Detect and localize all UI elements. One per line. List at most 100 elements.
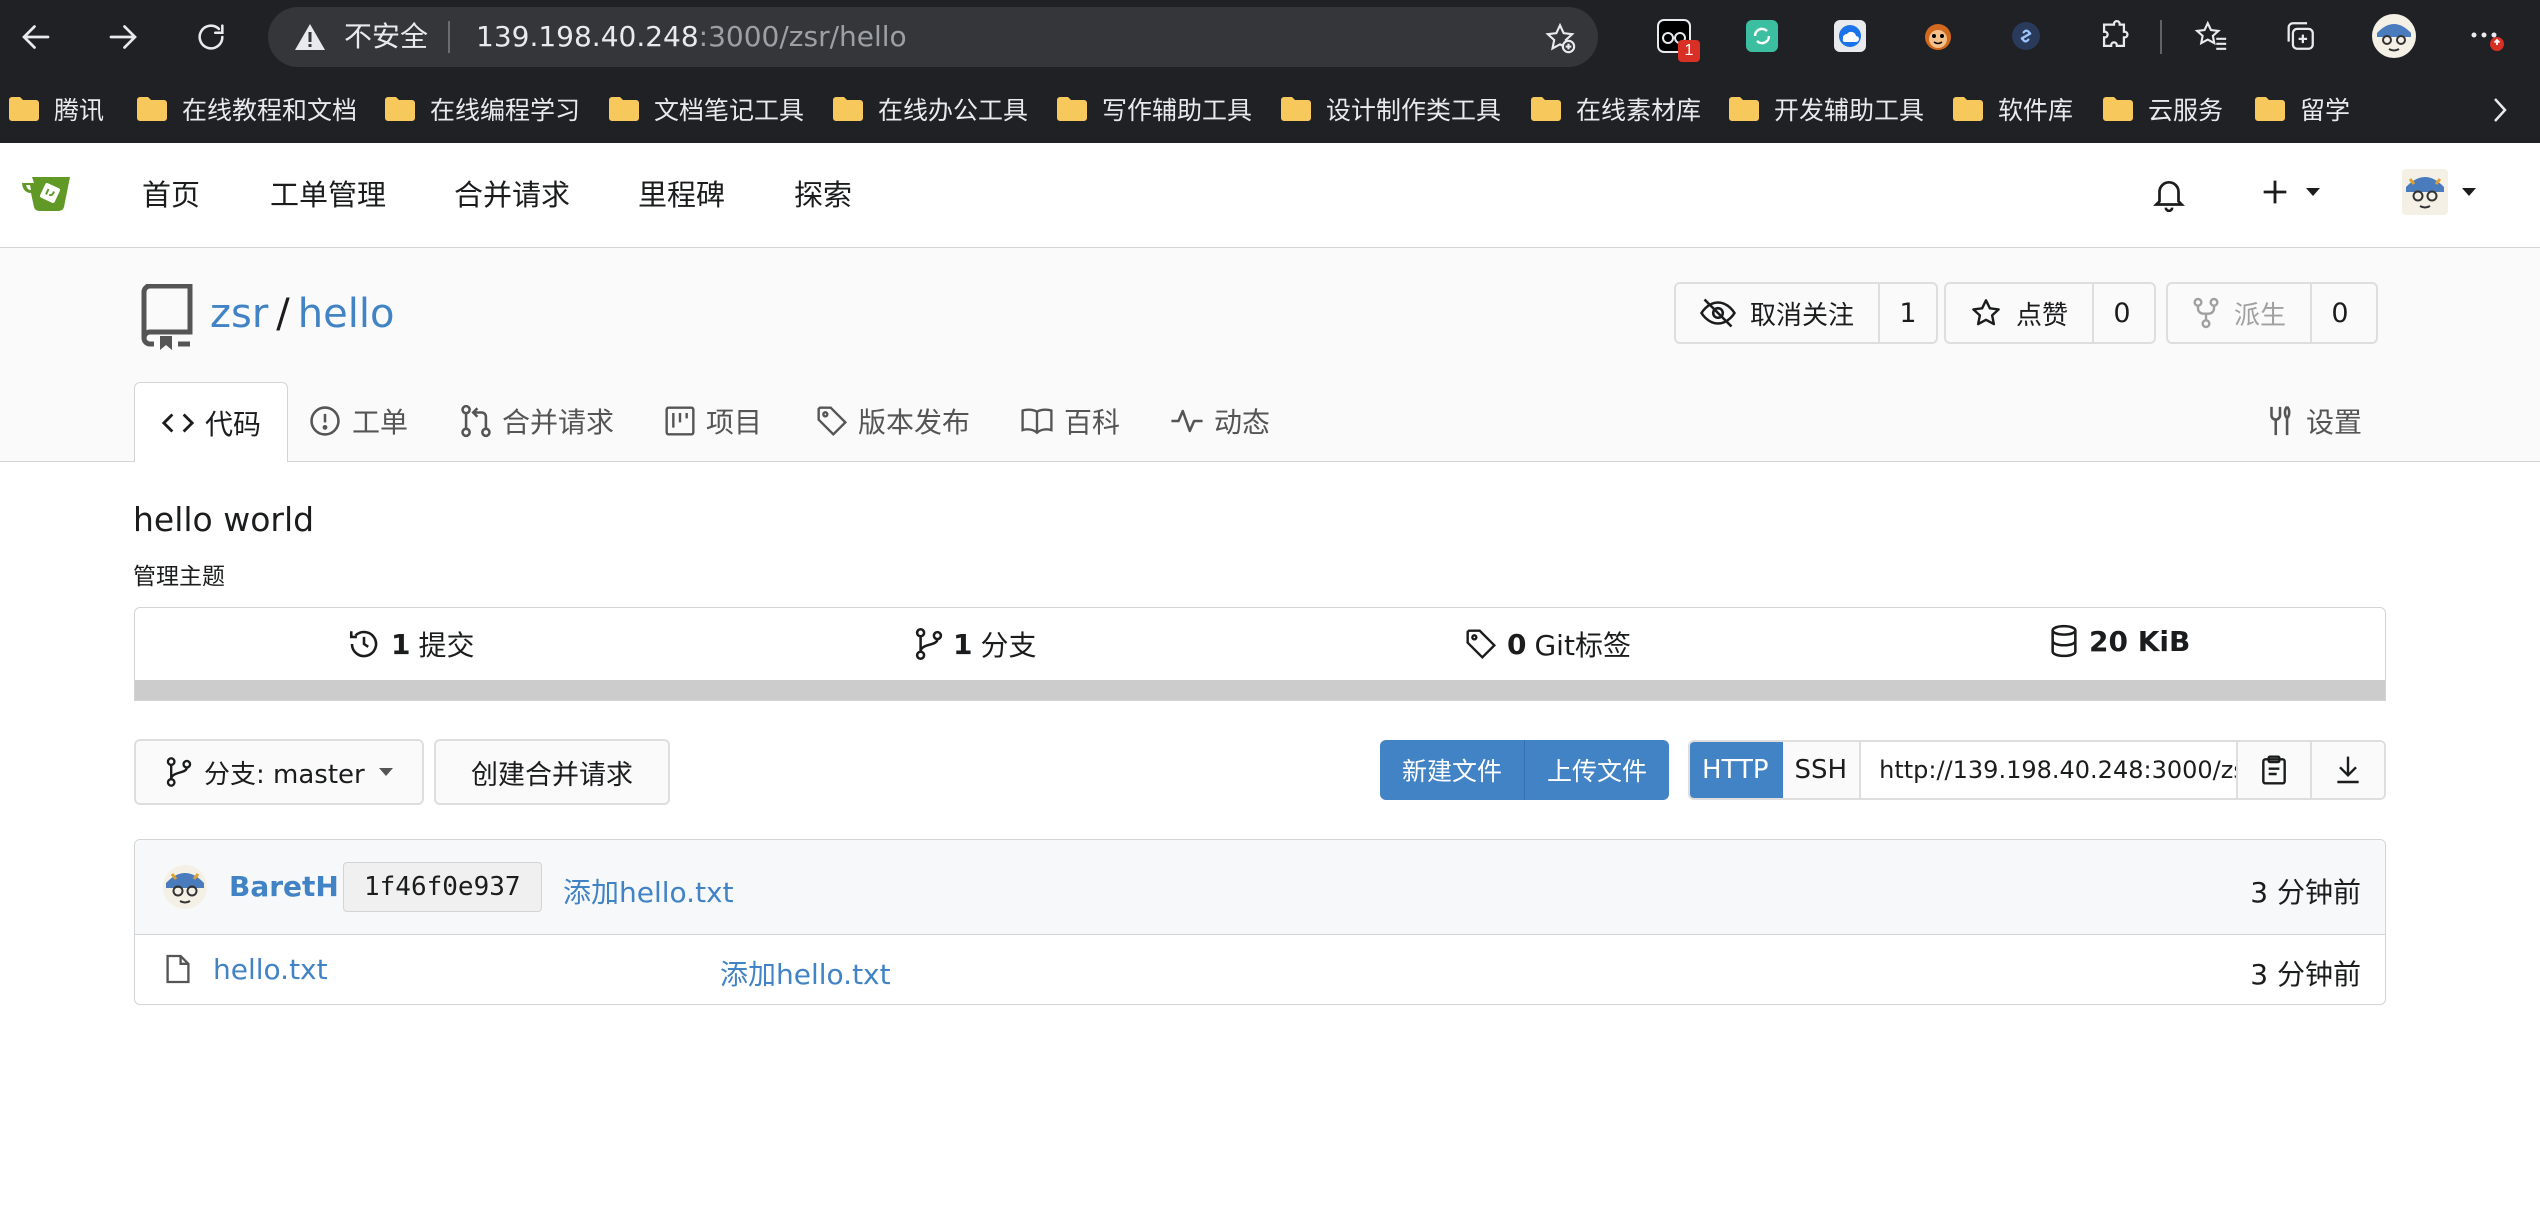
nav-explore[interactable]: 探索 bbox=[794, 175, 852, 215]
avatar[interactable] bbox=[161, 864, 209, 910]
branch-dropdown[interactable]: 分支: master bbox=[134, 739, 424, 805]
issue-opened-icon bbox=[310, 406, 340, 436]
copy-url-button[interactable] bbox=[2238, 742, 2310, 798]
tab-wiki[interactable]: 百科 bbox=[1020, 382, 1120, 460]
settings-more-button[interactable] bbox=[2466, 16, 2506, 56]
commits-stat[interactable]: 1 提交 bbox=[347, 624, 475, 664]
file-icon bbox=[166, 954, 190, 984]
database-icon bbox=[2051, 624, 2077, 658]
bell-icon[interactable] bbox=[2150, 175, 2188, 215]
branch-label: 分支: master bbox=[204, 759, 365, 790]
nav-milestones[interactable]: 里程碑 bbox=[638, 175, 725, 215]
bookmark-folder[interactable]: 文档笔记工具 bbox=[608, 91, 804, 127]
extension-3[interactable] bbox=[1830, 16, 1870, 56]
download-button[interactable] bbox=[2310, 742, 2384, 798]
back-button[interactable] bbox=[14, 15, 58, 59]
tab-pull-requests[interactable]: 合并请求 bbox=[460, 382, 614, 460]
fork-main[interactable]: 派生 bbox=[2168, 284, 2313, 342]
manage-topics-link[interactable]: 管理主题 bbox=[133, 557, 225, 591]
bookmark-folder[interactable]: 在线素材库 bbox=[1530, 91, 1701, 127]
repo-name-link[interactable]: hello bbox=[298, 291, 395, 337]
nav-home[interactable]: 首页 bbox=[142, 175, 200, 215]
caret-down-icon bbox=[2462, 188, 2476, 196]
star-button[interactable]: 点赞 0 bbox=[1944, 282, 2156, 344]
bookmark-label: 云服务 bbox=[2148, 96, 2224, 125]
folder-icon bbox=[2103, 97, 2133, 121]
profile-button[interactable] bbox=[2370, 12, 2418, 60]
bookmark-label: 在线素材库 bbox=[1576, 96, 1702, 125]
fork-count[interactable]: 0 bbox=[2312, 284, 2368, 342]
forward-button[interactable] bbox=[101, 15, 145, 59]
clone-url-input[interactable]: http://139.198.40.248:3000/zsr/hello.git bbox=[1861, 742, 2238, 798]
star-main[interactable]: 点赞 bbox=[1946, 284, 2095, 342]
chevron-right-icon[interactable] bbox=[2490, 95, 2510, 125]
bookmark-folder[interactable]: 设计制作类工具 bbox=[1280, 91, 1501, 127]
file-table: BaretH 1f46f0e937 添加hello.txt 3 分钟前 hell… bbox=[134, 839, 2386, 1005]
latest-commit-row: BaretH 1f46f0e937 添加hello.txt 3 分钟前 bbox=[135, 840, 2385, 935]
commit-sha-label[interactable]: 1f46f0e937 bbox=[343, 862, 542, 912]
user-menu-dropdown[interactable] bbox=[2402, 169, 2476, 215]
branches-stat[interactable]: 1 分支 bbox=[915, 624, 1037, 664]
tab-issues[interactable]: 工单 bbox=[308, 382, 408, 460]
file-name-link[interactable]: hello.txt bbox=[213, 953, 328, 986]
gitea-logo-icon[interactable] bbox=[20, 173, 80, 215]
new-file-button[interactable]: 新建文件 bbox=[1380, 740, 1525, 800]
commit-author-link[interactable]: BaretH bbox=[229, 870, 339, 903]
extension-1[interactable]: 1 bbox=[1654, 16, 1700, 62]
star-count[interactable]: 0 bbox=[2094, 284, 2150, 342]
file-commit-message-link[interactable]: 添加hello.txt bbox=[720, 953, 891, 993]
nav-issues[interactable]: 工单管理 bbox=[270, 175, 386, 215]
bookmark-folder[interactable]: 写作辅助工具 bbox=[1056, 91, 1252, 127]
upload-file-button[interactable]: 上传文件 bbox=[1524, 740, 1670, 800]
git-pull-request-icon bbox=[461, 404, 491, 438]
extensions-button[interactable] bbox=[2094, 16, 2134, 56]
unwatch-main[interactable]: 取消关注 bbox=[1676, 284, 1880, 342]
tab-settings[interactable]: 设置 bbox=[2264, 382, 2362, 460]
bookmark-folder[interactable]: 在线办公工具 bbox=[832, 91, 1028, 127]
folder-icon bbox=[1281, 97, 1311, 121]
favorite-add-icon[interactable] bbox=[1542, 21, 1578, 55]
tab-releases[interactable]: 版本发布 bbox=[816, 382, 970, 460]
nav-pull-requests[interactable]: 合并请求 bbox=[454, 175, 570, 215]
watch-count[interactable]: 1 bbox=[1880, 284, 1936, 342]
favorites-button[interactable] bbox=[2192, 16, 2232, 56]
bookmark-label: 在线办公工具 bbox=[878, 96, 1029, 125]
extension-badge: 1 bbox=[1678, 40, 1700, 62]
repo-owner-link[interactable]: zsr bbox=[210, 291, 268, 337]
commit-message-link[interactable]: 添加hello.txt bbox=[563, 871, 734, 911]
browser-toolbar: 不安全 139.198.40.248:3000/zsr/hello 1 bbox=[0, 0, 2540, 75]
clone-ssh-button[interactable]: SSH bbox=[1782, 742, 1862, 798]
tags-stat[interactable]: 0 Git标签 bbox=[1465, 624, 1631, 664]
tab-activity[interactable]: 动态 bbox=[1170, 382, 1270, 460]
more-horizontal-icon bbox=[2471, 32, 2504, 51]
unwatch-button[interactable]: 取消关注 1 bbox=[1674, 282, 1938, 344]
book-icon bbox=[1021, 408, 1053, 435]
bookmark-folder[interactable]: 云服务 bbox=[2102, 91, 2223, 127]
bookmark-folder[interactable]: 开发辅助工具 bbox=[1728, 91, 1924, 127]
clone-http-button[interactable]: HTTP bbox=[1690, 742, 1783, 798]
folder-icon bbox=[2255, 97, 2285, 121]
extension-5[interactable] bbox=[2006, 16, 2046, 56]
fork-button[interactable]: 派生 0 bbox=[2166, 282, 2378, 344]
extension-link-icon bbox=[2012, 22, 2040, 50]
extension-4[interactable] bbox=[1918, 16, 1958, 56]
tab-code[interactable]: 代码 bbox=[134, 382, 289, 462]
repo-size: 20 KiB bbox=[2089, 624, 2191, 658]
caret-down-icon bbox=[378, 768, 393, 776]
collections-button[interactable] bbox=[2280, 16, 2320, 56]
create-pull-request-button[interactable]: 创建合并请求 bbox=[434, 739, 670, 805]
bookmark-folder[interactable]: 软件库 bbox=[1952, 91, 2073, 127]
url-text[interactable]: 139.198.40.248:3000/zsr/hello bbox=[476, 21, 907, 53]
bookmark-folder[interactable]: 在线教程和文档 bbox=[136, 91, 357, 127]
bookmark-folder[interactable]: 腾讯 bbox=[8, 91, 104, 127]
create-new-dropdown[interactable] bbox=[2258, 175, 2320, 209]
tab-projects[interactable]: 项目 bbox=[664, 382, 762, 460]
bookmark-folder[interactable]: 在线编程学习 bbox=[384, 91, 580, 127]
bookmark-folder[interactable]: 留学 bbox=[2254, 91, 2350, 127]
address-bar[interactable]: 不安全 139.198.40.248:3000/zsr/hello bbox=[268, 7, 1598, 67]
plus-icon bbox=[2263, 180, 2287, 204]
extension-2[interactable] bbox=[1742, 16, 1782, 56]
reload-button[interactable] bbox=[189, 15, 233, 59]
folder-icon bbox=[1953, 97, 1983, 121]
repo-header: zsr / hello 取消关注 1 点赞 0 派生 0 代码 工单 合并请求 项 bbox=[0, 248, 2540, 462]
